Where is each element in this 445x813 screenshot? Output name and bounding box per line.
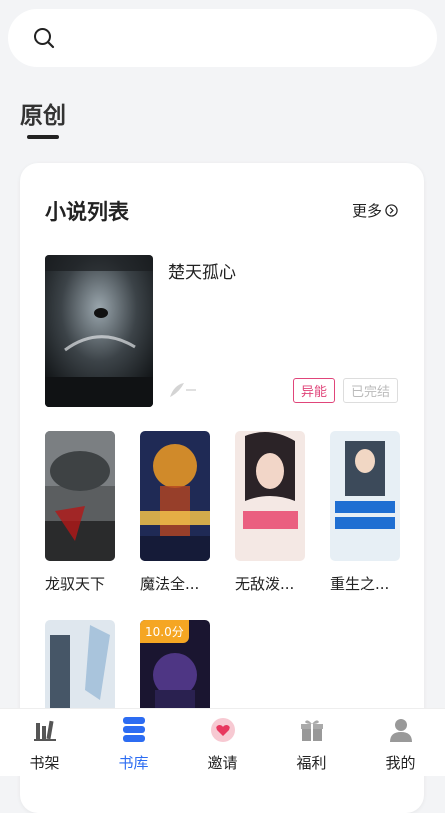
chevron-right-circle-icon	[385, 204, 398, 217]
section-underline	[27, 135, 59, 139]
book-name: 重生之...	[330, 575, 390, 593]
tab-label: 我的	[385, 754, 416, 772]
status-tag: 已完结	[343, 378, 399, 403]
book-cover	[140, 431, 210, 561]
search-bar[interactable]	[8, 9, 437, 67]
book-cover	[330, 431, 400, 561]
book-item[interactable]: 重生之...	[330, 431, 400, 594]
bookshelf-icon	[33, 720, 56, 741]
tab-label: 福利	[296, 754, 327, 772]
tab-label: 书库	[118, 754, 149, 772]
book-item[interactable]: 无敌泼...	[235, 431, 305, 594]
more-label: 更多	[351, 202, 382, 220]
tab-welfare[interactable]: 福利	[267, 709, 356, 776]
more-button[interactable]: 更多	[352, 200, 398, 221]
score-badge: 10.0分	[140, 620, 189, 643]
section-title: 原创	[20, 103, 66, 129]
book-item[interactable]: 魔法全...	[140, 431, 210, 594]
search-icon	[34, 28, 55, 49]
book-cover	[45, 431, 115, 561]
tab-label: 书架	[29, 754, 60, 772]
user-icon	[389, 719, 412, 742]
tab-label: 邀请	[207, 754, 238, 772]
featured-book-cover[interactable]	[45, 255, 153, 407]
book-name: 无敌泼...	[235, 575, 295, 593]
tab-library[interactable]: 书库	[89, 709, 178, 776]
bottom-tab-bar: 书架 书库 邀请 福利 我的	[0, 708, 445, 776]
book-cover	[235, 431, 305, 561]
card-title: 小说列表	[45, 200, 129, 224]
heart-icon	[210, 718, 235, 742]
book-name: 魔法全...	[140, 575, 200, 593]
book-name: 龙驭天下	[45, 575, 106, 593]
gift-icon	[300, 720, 323, 741]
tab-mine[interactable]: 我的	[356, 709, 445, 776]
book-item[interactable]: 龙驭天下	[45, 431, 115, 594]
feather-icon	[170, 383, 196, 397]
library-icon	[122, 717, 145, 742]
featured-book-title[interactable]: 楚天孤心	[168, 258, 236, 283]
tab-invite[interactable]: 邀请	[178, 709, 267, 776]
tab-bookshelf[interactable]: 书架	[0, 709, 89, 776]
genre-tag: 异能	[293, 378, 336, 403]
